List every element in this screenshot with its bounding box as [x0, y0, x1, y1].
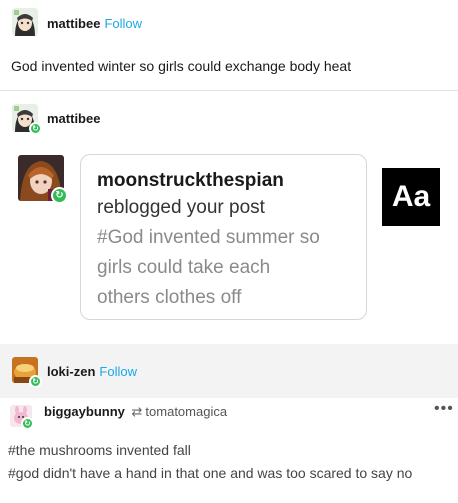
reblog-arrow-icon: ⇄: [131, 404, 143, 419]
post2-username[interactable]: mattibee: [47, 111, 100, 126]
post3-username[interactable]: loki-zen Follow: [47, 364, 137, 379]
follow-button[interactable]: Follow: [99, 364, 137, 379]
more-options-icon[interactable]: •••: [434, 400, 454, 418]
reblog-icon: ↻: [51, 187, 68, 204]
text-style-icon: Aa: [382, 168, 440, 226]
post3-username-text[interactable]: loki-zen: [47, 364, 95, 379]
reblog-icon: ↻: [21, 417, 34, 430]
post4-header: biggaybunny ⇄ tomatomagica: [44, 404, 227, 420]
notification-action: reblogged your post: [97, 197, 265, 218]
post4-username[interactable]: biggaybunny: [44, 404, 125, 419]
post4-tag[interactable]: #the mushrooms invented fall: [8, 442, 191, 458]
divider: [0, 90, 458, 91]
notification-quote-line: others clothes off: [97, 287, 242, 308]
post1-username[interactable]: mattibee Follow: [47, 16, 142, 31]
avatar-mattibee[interactable]: [12, 8, 38, 36]
post1-text: God invented winter so girls could excha…: [11, 58, 352, 74]
follow-button[interactable]: Follow: [104, 16, 142, 31]
reblog-icon: ↻: [29, 122, 42, 135]
reblog-icon: ↻: [29, 375, 42, 388]
post4-reblog-from[interactable]: tomatomagica: [145, 404, 227, 419]
notification-user: moonstruckthespian: [97, 170, 284, 191]
post1-username-text[interactable]: mattibee: [47, 16, 100, 31]
notification-quote-line: #God invented summer so: [97, 227, 320, 248]
notification-card: moonstruckthespian reblogged your post #…: [80, 154, 367, 320]
notification-quote-line: girls could take each: [97, 257, 271, 278]
post4-tag[interactable]: #god didn't have a hand in that one and …: [8, 465, 412, 481]
